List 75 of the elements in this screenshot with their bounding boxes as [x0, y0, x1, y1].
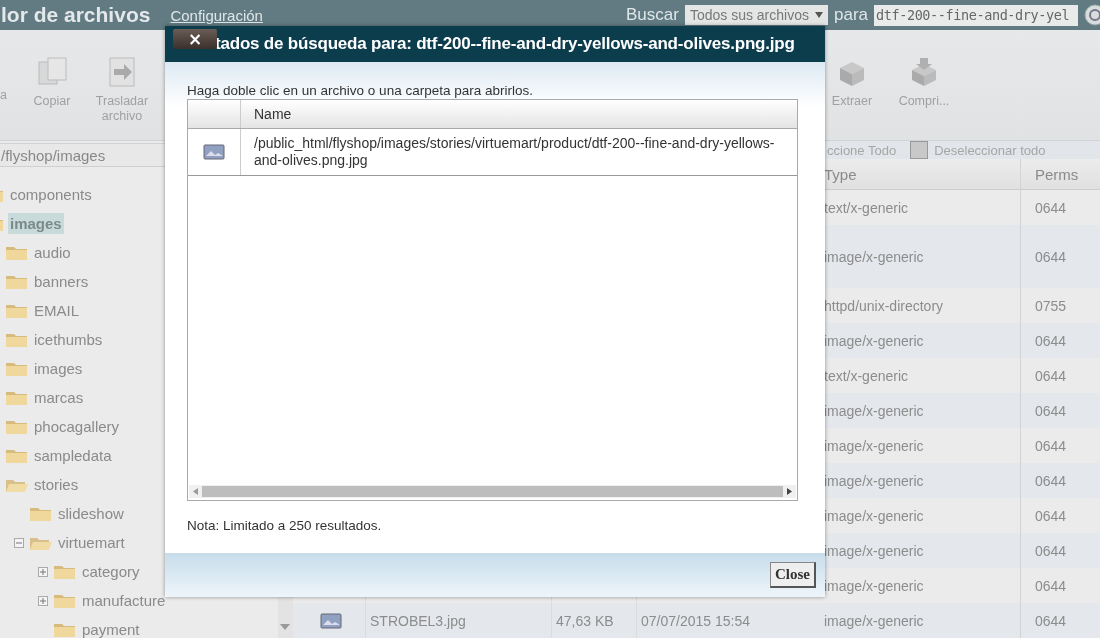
toolbar-button[interactable]: Extraer — [822, 30, 882, 140]
table-cell-text: image/x-generic — [823, 576, 925, 596]
tree-item[interactable]: manufacture — [80, 590, 168, 611]
table-cell-text: image/x-generic — [823, 611, 925, 631]
table-cell-text: image/x-generic — [823, 247, 925, 267]
folder-icon — [5, 331, 29, 348]
table-cell: 0644 — [1020, 603, 1100, 638]
tree-item[interactable]: marcas — [32, 387, 86, 408]
file-name[interactable]: STROBEL3.jpg — [365, 603, 551, 638]
table-cell: 47,63 KB — [551, 603, 636, 638]
close-button[interactable]: × — [173, 29, 217, 49]
folder-icon — [5, 302, 29, 319]
folder-icon — [5, 447, 29, 464]
toolbar-button[interactable]: a — [0, 30, 12, 140]
scroll-right-icon[interactable] — [787, 488, 792, 495]
expand-icon[interactable] — [38, 566, 48, 577]
table-cell-text: image/x-generic — [823, 401, 925, 421]
table-cell-text: httpd/unix-directory — [823, 296, 945, 316]
collapse-icon[interactable] — [14, 537, 24, 548]
caret-icon — [814, 12, 823, 18]
copy-icon — [36, 56, 68, 88]
search-label: Buscar — [626, 5, 679, 25]
table-cell-text: text/x-generic — [823, 366, 910, 386]
column-header[interactable]: Perms — [1020, 159, 1100, 189]
tree-item[interactable]: sampledata — [32, 445, 114, 466]
tree-item[interactable]: images — [8, 213, 64, 234]
tree-item[interactable]: phocagallery — [32, 416, 122, 437]
app-title: lor de archivos — [1, 3, 151, 27]
scroll-left-icon[interactable] — [193, 488, 198, 495]
select-all-link[interactable]: ccione Todo — [827, 142, 897, 158]
table-cell-text: image/x-generic — [823, 331, 925, 351]
horizontal-scrollbar[interactable] — [189, 485, 796, 498]
folder-icon — [5, 244, 29, 261]
folder-icon — [53, 621, 77, 638]
image-file-icon — [320, 611, 342, 630]
note-text: Nota: Limitado a 250 resultados. — [187, 518, 383, 533]
search-field[interactable]: dtf-200--fine-and-dry-yel — [874, 4, 1078, 26]
instructions-text: Haga doble clic en un archivo o una carpeta para abrirlos. — [187, 83, 534, 98]
tree-item[interactable]: banners — [32, 271, 91, 292]
folder-icon — [29, 505, 53, 522]
scope-dropdown[interactable]: Todos sus archivos — [684, 5, 828, 25]
image-file-icon — [203, 143, 225, 161]
folder-icon — [5, 273, 29, 290]
deselect-all-label[interactable]: Deseleccionar todo — [934, 142, 1046, 158]
toolbar-button[interactable]: Copiar — [22, 30, 82, 140]
tree-item[interactable]: icethumbs — [32, 329, 105, 350]
tree-item[interactable]: virtuemart — [56, 532, 127, 553]
table-cell: 07/07/2015 15:54 — [636, 603, 820, 638]
folder-icon — [5, 418, 29, 435]
folder-icon — [5, 389, 29, 406]
tree-item[interactable]: slideshow — [56, 503, 126, 524]
dialog-title: tados de búsqueda para: dtf-200--fine-and-dry-yellows-and-olives.png.jpg — [215, 34, 795, 54]
expand-icon[interactable] — [38, 595, 48, 606]
table-cell-text: text/x-generic — [823, 198, 910, 218]
for-label: para — [833, 5, 868, 25]
tree-item[interactable]: images — [32, 358, 85, 379]
toolbar-button[interactable]: Compri... — [894, 30, 954, 140]
checkbox[interactable] — [910, 141, 929, 159]
tree-item[interactable]: components — [8, 184, 94, 205]
table-cell-text: image/x-generic — [823, 541, 925, 561]
go-icon[interactable] — [1084, 4, 1100, 26]
tree-item[interactable]: category — [80, 561, 142, 582]
scrollbar-thumb[interactable] — [202, 486, 783, 497]
tree-item[interactable]: stories — [32, 474, 81, 495]
settings-link[interactable]: Configuración — [170, 6, 263, 24]
tree-item[interactable]: payment — [80, 619, 142, 638]
table-cell-text: image/x-generic — [823, 471, 925, 491]
tree-item[interactable]: audio — [32, 242, 73, 263]
close-button[interactable]: Close — [770, 562, 816, 588]
table-cell-text: image/x-generic — [823, 436, 925, 456]
folder-icon — [5, 360, 29, 377]
table-cell-text: image/x-generic — [823, 506, 925, 526]
toolbar-button[interactable]: Trasladar archivo — [92, 30, 152, 140]
tree-item[interactable]: EMAIL — [32, 300, 81, 321]
scroll-down-icon[interactable] — [280, 624, 290, 630]
